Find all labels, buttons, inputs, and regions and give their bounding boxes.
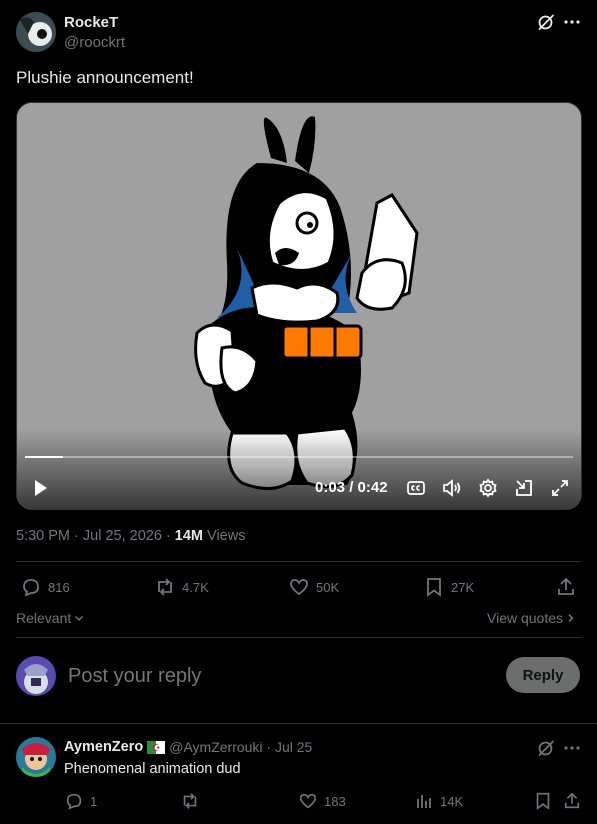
play-icon[interactable] <box>33 479 49 497</box>
repost-action[interactable]: 4.7K <box>154 576 209 598</box>
bookmark-icon <box>423 576 445 598</box>
current-user-avatar[interactable] <box>16 656 56 696</box>
reply-count: 816 <box>48 579 70 595</box>
divider <box>16 637 581 638</box>
repost-icon <box>180 791 200 811</box>
like-action[interactable]: 50K <box>288 576 339 598</box>
chevron-down-icon <box>74 613 84 623</box>
reply-action[interactable]: 816 <box>20 576 70 598</box>
grok-icon[interactable] <box>536 12 556 32</box>
repost-icon <box>154 576 176 598</box>
reply-repost-action[interactable] <box>180 791 206 811</box>
sort-label: Relevant <box>16 610 72 626</box>
video-progress-fill <box>25 456 64 458</box>
video-progress-track[interactable] <box>25 456 573 458</box>
reply-grok-icon[interactable] <box>536 738 556 758</box>
views-chart-icon <box>414 791 434 811</box>
reply-author-name[interactable]: AymenZero <box>64 739 143 755</box>
reply-views-action[interactable]: 14K <box>414 791 463 811</box>
reply-icon <box>64 791 84 811</box>
fullscreen-icon[interactable] <box>551 479 569 497</box>
author-name[interactable]: RockeT <box>64 14 118 31</box>
divider <box>16 561 581 562</box>
view-quotes-label: View quotes <box>487 610 564 626</box>
views-count: 14M <box>174 528 203 544</box>
reply-author-avatar[interactable] <box>16 737 56 777</box>
reply-bookmark-icon[interactable] <box>533 791 553 811</box>
reply-button[interactable]: Reply <box>506 657 580 693</box>
reply-header: AymenZero @AymZerrouki · Jul 25 <box>64 739 312 755</box>
sort-dropdown[interactable]: Relevant <box>16 610 84 626</box>
bookmark-count: 27K <box>451 579 475 595</box>
reply-like-action[interactable]: 183 <box>298 791 346 811</box>
share-icon[interactable] <box>556 576 576 598</box>
like-count: 50K <box>316 579 340 595</box>
views-label: Views <box>203 528 246 544</box>
reply-more-options-icon[interactable] <box>563 738 581 758</box>
heart-icon <box>298 791 318 811</box>
view-quotes-link[interactable]: View quotes <box>487 610 575 626</box>
reply-views-count: 14K <box>440 793 464 809</box>
captions-icon[interactable] <box>406 478 426 498</box>
post-timestamp[interactable]: 5:30 PM · Jul 25, 2026 · <box>16 528 175 544</box>
more-options-icon[interactable] <box>563 12 581 32</box>
reply-author-handle[interactable]: @AymZerrouki · Jul 25 <box>169 739 312 755</box>
settings-gear-icon[interactable] <box>478 478 498 498</box>
repost-count: 4.7K <box>182 579 209 595</box>
reply-icon <box>20 576 42 598</box>
divider <box>0 723 597 724</box>
reply-reply-count: 1 <box>90 793 98 809</box>
bookmark-action[interactable]: 27K <box>423 576 474 598</box>
heart-icon <box>288 576 310 598</box>
picture-in-picture-icon[interactable] <box>514 478 534 498</box>
post-meta: 5:30 PM · Jul 25, 2026 · 14M Views <box>16 528 245 544</box>
author-handle[interactable]: @roockrt <box>64 34 125 51</box>
volume-icon[interactable] <box>441 478 463 498</box>
algeria-flag-icon <box>147 740 166 754</box>
video-player[interactable]: 0:03 / 0:42 <box>16 102 582 510</box>
post-text: Plushie announcement! <box>16 68 194 87</box>
author-avatar[interactable] <box>16 12 56 52</box>
chevron-right-icon <box>567 613 575 623</box>
video-time: 0:03 / 0:42 <box>315 479 388 496</box>
reply-share-icon[interactable] <box>563 791 581 811</box>
reply-text: Phenomenal animation dud <box>64 761 241 777</box>
reply-like-count: 183 <box>324 793 346 809</box>
reply-reply-action[interactable]: 1 <box>64 791 97 811</box>
reply-input[interactable] <box>66 660 490 692</box>
